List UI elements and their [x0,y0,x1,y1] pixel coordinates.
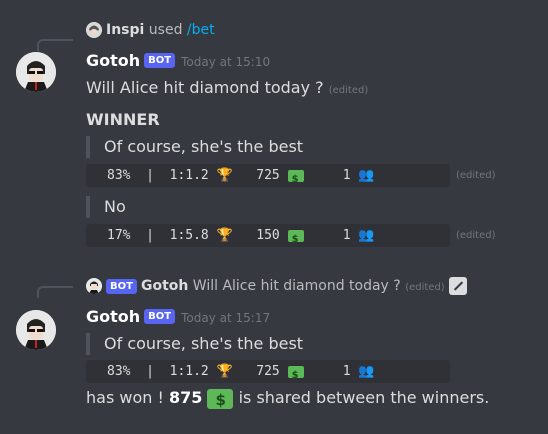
separator: | [130,168,170,183]
author-name[interactable]: Gotoh [86,307,140,326]
bettors: 1 [342,168,351,183]
percent: 83% [107,168,131,183]
context-command[interactable]: /bet [187,22,215,38]
percent: 83% [107,364,131,379]
reply-context[interactable]: Inspi used /bet [86,21,215,39]
reply-context[interactable]: BOT Gotoh Will Alice hit diamond today ? … [86,277,468,297]
edited-label: (edited) [456,170,496,181]
money-icon [287,168,304,191]
bet-question: Will Alice hit diamond today ? (edited) [86,77,368,102]
timestamp[interactable]: Today at 15:17 [181,311,270,325]
winner-label: WINNER [86,110,160,129]
option-stats: 83% | 1:1.2 🏆 725 1 👥 [86,164,450,191]
money-icon [287,364,304,387]
reply-spine [37,39,73,51]
money-icon [207,388,234,411]
odds: 1:1.2 [169,168,209,183]
context-text[interactable]: Will Alice hit diamond today ? [193,278,401,294]
inspi-avatar [86,22,102,38]
people-icon: 👥 [358,168,375,183]
context-verb: used [148,22,183,38]
message-header: Gotoh BOT Today at 15:10 [86,51,270,70]
odds: 1:1.2 [169,364,209,379]
trophy-icon: 🏆 [216,364,233,379]
edited-label: (edited) [328,85,369,96]
bot-badge: BOT [144,309,176,324]
avatar[interactable] [16,52,56,92]
people-icon: 👥 [358,364,375,379]
option-stats: 83% | 1:1.2 🏆 725 1 👥 [86,360,450,387]
question-text: Will Alice hit diamond today ? [86,78,324,97]
option-stats: 17% | 1:5.8 🏆 150 1 👥 [86,224,450,251]
bettors: 1 [342,228,351,243]
amount: 725 [256,364,280,379]
context-username[interactable]: Inspi [106,22,144,38]
money-icon [287,228,304,251]
amount: 725 [256,168,280,183]
gotoh-mini-avatar [86,278,102,294]
edited-label: (edited) [456,230,496,241]
author-name[interactable]: Gotoh [86,51,140,70]
bettors: 1 [342,364,351,379]
result-amount: 875 [168,388,203,407]
amount: 150 [256,228,280,243]
message-header: Gotoh BOT Today at 15:17 [86,307,270,326]
option-quote: Of course, she's the best [86,333,303,355]
separator: | [130,364,170,379]
odds: 1:5.8 [169,228,209,243]
result-line: has won ! 875 is shared between the winn… [86,387,490,411]
result-suffix: is shared between the winners. [238,388,490,407]
edit-icon[interactable] [449,277,468,295]
timestamp[interactable]: Today at 15:10 [181,55,270,69]
avatar[interactable] [16,310,56,350]
separator: | [130,228,170,243]
trophy-icon: 🏆 [216,168,233,183]
reply-spine [37,286,73,298]
bot-badge: BOT [144,53,176,68]
context-username[interactable]: Gotoh [141,278,188,294]
edited-label: (edited) [405,282,445,293]
people-icon: 👥 [358,228,375,243]
percent: 17% [107,228,131,243]
bot-badge: BOT [106,279,137,294]
result-prefix: has won ! [86,388,164,407]
trophy-icon: 🏆 [216,228,233,243]
option-quote: No [86,196,126,218]
option-quote: Of course, she's the best [86,136,303,158]
